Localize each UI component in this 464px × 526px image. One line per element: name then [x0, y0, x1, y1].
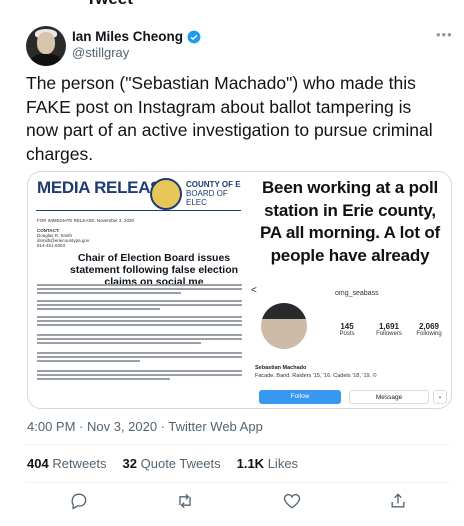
- release-paragraph: [37, 300, 242, 314]
- tweet-timestamp[interactable]: 4:00 PM · Nov 3, 2020 · Twitter Web App: [27, 419, 263, 434]
- release-date: FOR IMMEDIATE RELEASE: November 3, 2020: [37, 218, 134, 223]
- top-bar: Tweet: [0, 0, 464, 8]
- instagram-message-button: Message: [349, 390, 429, 404]
- author-name[interactable]: Ian Miles Cheong: [72, 29, 183, 44]
- county-label: COUNTY OF E BOARD OF ELEC: [186, 180, 241, 207]
- followers-stat: 1,691 Followers: [376, 322, 402, 337]
- posts-stat: 145 Posts: [339, 322, 355, 337]
- instagram-profile-picture: [261, 303, 307, 349]
- tweet-text: The person ("Sebastian Machado") who mad…: [26, 73, 433, 164]
- like-icon[interactable]: [282, 491, 302, 511]
- author-name-row[interactable]: Ian Miles Cheong: [72, 29, 201, 44]
- reply-icon[interactable]: [69, 491, 89, 511]
- instagram-caption: Been working at a poll station in Erie c…: [260, 178, 440, 265]
- release-paragraph: [37, 334, 242, 348]
- contact-phone: 814-451-6303: [37, 243, 66, 248]
- retweets-stat[interactable]: 404 Retweets: [27, 456, 107, 471]
- share-icon[interactable]: [388, 491, 408, 511]
- release-paragraph: [37, 370, 242, 384]
- tweet-actions: [0, 485, 464, 517]
- header-title: Tweet: [86, 0, 133, 8]
- back-arrow-icon: <: [251, 285, 257, 296]
- instagram-story-caption-area: Been working at a poll station in Erie c…: [245, 172, 451, 282]
- more-icon[interactable]: •••: [436, 27, 453, 42]
- instagram-bio: Facade. Band. Raiders '15, '16. Cadets '…: [255, 373, 377, 379]
- instagram-follow-button: Follow: [259, 390, 341, 404]
- retweet-icon[interactable]: [175, 491, 195, 511]
- instagram-username: omg_seabass: [335, 290, 379, 297]
- author-avatar[interactable]: [26, 26, 66, 66]
- county-seal-icon: [150, 178, 182, 210]
- release-headline: Chair of Election Board issues statement…: [69, 252, 239, 288]
- release-paragraph: [37, 352, 242, 366]
- engagement-stats: 404 Retweets 32 Quote Tweets 1.1K Likes: [27, 456, 298, 471]
- media-release-image[interactable]: MEDIA RELEASE COUNTY OF E BOARD OF ELEC …: [28, 172, 243, 408]
- instagram-screenshot-image[interactable]: Been working at a poll station in Erie c…: [245, 172, 451, 408]
- quote-tweets-stat[interactable]: 32 Quote Tweets: [123, 456, 221, 471]
- divider: [36, 210, 241, 211]
- instagram-profile-name: Sebastian Machado: [255, 365, 307, 371]
- tweet-media[interactable]: MEDIA RELEASE COUNTY OF E BOARD OF ELEC …: [27, 171, 452, 409]
- release-paragraph: [37, 316, 242, 330]
- divider: [26, 444, 450, 445]
- author-handle[interactable]: @stillgray: [72, 45, 129, 60]
- chevron-down-icon: ⌄: [433, 390, 447, 404]
- release-paragraph: [37, 284, 242, 298]
- likes-stat[interactable]: 1.1K Likes: [237, 456, 298, 471]
- verified-badge-icon: [187, 30, 201, 43]
- following-stat: 2,069 Following: [416, 322, 442, 337]
- divider: [26, 482, 450, 483]
